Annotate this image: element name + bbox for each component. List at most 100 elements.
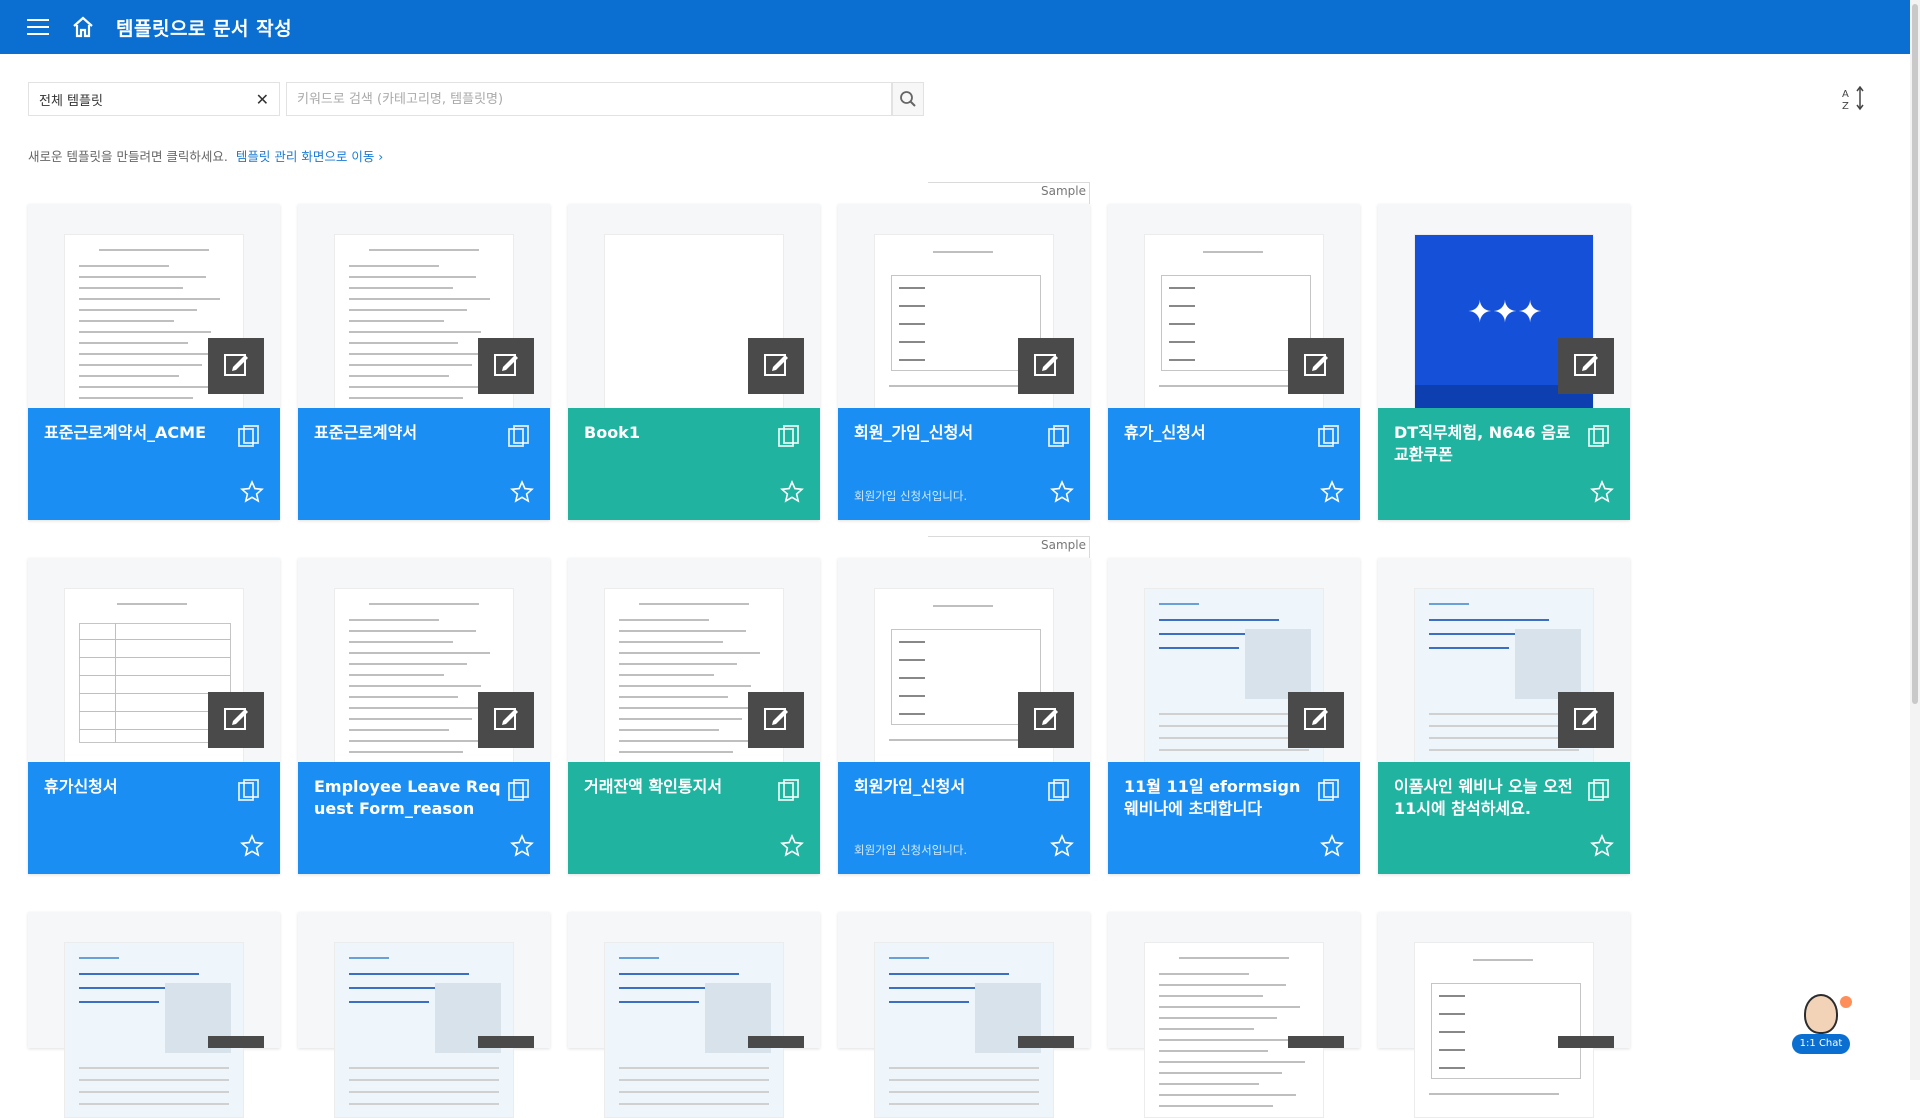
template-card[interactable]: Sample 회원_가입_신청서 회원가입 신청서입니다. [838, 182, 1090, 520]
copy-template-icon[interactable] [1046, 424, 1072, 450]
copy-template-icon[interactable] [1586, 778, 1612, 804]
template-card[interactable] [298, 912, 550, 1118]
favorite-star-icon[interactable] [1320, 834, 1344, 858]
template-info-band[interactable]: 표준근로계약서 [298, 408, 550, 520]
template-card[interactable]: 휴가신청서 [28, 558, 280, 874]
template-card[interactable]: 이폼사인 웨비나 오늘 오전 11시에 참석하세요. [1378, 558, 1630, 874]
template-card[interactable] [838, 912, 1090, 1118]
copy-template-icon[interactable] [776, 778, 802, 804]
template-manage-link[interactable]: 템플릿 관리 화면으로 이동 › [236, 149, 383, 164]
template-card[interactable]: Employee Leave Request Form_reason [298, 558, 550, 874]
template-name: 거래잔액 확인통지서 [584, 777, 723, 796]
edit-template-button[interactable] [1018, 1036, 1074, 1048]
search-input[interactable] [286, 82, 892, 116]
copy-template-icon[interactable] [506, 778, 532, 804]
chat-label: 1:1 Chat [1792, 1034, 1850, 1054]
template-info-band[interactable]: 회원가입_신청서 회원가입 신청서입니다. [838, 762, 1090, 874]
template-card[interactable]: Book1 [568, 204, 820, 520]
template-preview[interactable] [604, 942, 784, 1118]
favorite-star-icon[interactable] [780, 480, 804, 504]
template-preview[interactable] [64, 942, 244, 1118]
template-card[interactable]: ✦✦✦ DT직무체험, N646 음료 교환쿠폰 [1378, 204, 1630, 520]
template-preview[interactable] [1144, 942, 1324, 1118]
edit-template-button[interactable] [1558, 692, 1614, 748]
template-info-band[interactable]: 11월 11일 eformsign 웨비나에 초대합니다 [1108, 762, 1360, 874]
edit-template-button[interactable] [478, 1036, 534, 1048]
edit-template-button[interactable] [748, 1036, 804, 1048]
edit-template-button[interactable] [478, 692, 534, 748]
edit-icon [221, 349, 251, 383]
edit-template-button[interactable] [208, 1036, 264, 1048]
favorite-star-icon[interactable] [1050, 834, 1074, 858]
svg-text:Z: Z [1842, 101, 1849, 112]
template-info-band[interactable]: DT직무체험, N646 음료 교환쿠폰 [1378, 408, 1630, 520]
copy-template-icon[interactable] [1316, 424, 1342, 450]
template-name: 이폼사인 웨비나 오늘 오전 11시에 참석하세요. [1394, 777, 1573, 818]
scrollbar-thumb[interactable] [1912, 4, 1918, 704]
template-name: 표준근로계약서 [314, 423, 418, 442]
template-info-band[interactable]: Employee Leave Request Form_reason [298, 762, 550, 874]
edit-template-button[interactable] [1558, 1036, 1614, 1048]
favorite-star-icon[interactable] [240, 480, 264, 504]
home-icon[interactable] [70, 14, 96, 40]
template-info-band[interactable]: 휴가_신청서 [1108, 408, 1360, 520]
template-card[interactable] [28, 912, 280, 1118]
favorite-star-icon[interactable] [1050, 480, 1074, 504]
template-preview[interactable] [1414, 942, 1594, 1118]
favorite-star-icon[interactable] [1590, 480, 1614, 504]
copy-template-icon[interactable] [776, 424, 802, 450]
template-info-band[interactable]: 거래잔액 확인통지서 [568, 762, 820, 874]
hamburger-menu-icon[interactable] [26, 15, 50, 39]
edit-template-button[interactable] [1288, 338, 1344, 394]
copy-template-icon[interactable] [1586, 424, 1612, 450]
edit-template-button[interactable] [1018, 338, 1074, 394]
template-info-band[interactable]: 회원_가입_신청서 회원가입 신청서입니다. [838, 408, 1090, 520]
template-preview[interactable] [874, 942, 1054, 1118]
template-info-band[interactable]: 표준근로계약서_ACME [28, 408, 280, 520]
edit-template-button[interactable] [1288, 692, 1344, 748]
edit-template-button[interactable] [1018, 692, 1074, 748]
favorite-star-icon[interactable] [510, 480, 534, 504]
template-card[interactable]: 11월 11일 eformsign 웨비나에 초대합니다 [1108, 558, 1360, 874]
page-scrollbar[interactable] [1910, 0, 1920, 1080]
template-card[interactable]: Sample 회원가입_신청서 회원가입 신청서입니다. [838, 536, 1090, 874]
favorite-star-icon[interactable] [780, 834, 804, 858]
search-button[interactable] [892, 82, 924, 116]
clear-icon[interactable]: ✕ [256, 90, 269, 109]
template-card[interactable]: 표준근로계약서 [298, 204, 550, 520]
copy-template-icon[interactable] [236, 778, 262, 804]
sort-button[interactable]: A Z [1838, 84, 1868, 114]
edit-template-button[interactable] [748, 692, 804, 748]
template-preview[interactable] [334, 942, 514, 1118]
copy-template-icon[interactable] [1316, 778, 1342, 804]
edit-icon [1571, 703, 1601, 737]
edit-template-button[interactable] [1288, 1036, 1344, 1048]
favorite-star-icon[interactable] [1590, 834, 1614, 858]
edit-icon [1301, 703, 1331, 737]
template-card[interactable]: 휴가_신청서 [1108, 204, 1360, 520]
copy-template-icon[interactable] [506, 424, 532, 450]
favorite-star-icon[interactable] [1320, 480, 1344, 504]
edit-template-button[interactable] [1558, 338, 1614, 394]
chat-avatar-icon [1804, 994, 1838, 1034]
copy-template-icon[interactable] [1046, 778, 1072, 804]
template-info-band[interactable]: 휴가신청서 [28, 762, 280, 874]
template-card[interactable] [1378, 912, 1630, 1118]
template-card[interactable] [568, 912, 820, 1118]
edit-template-button[interactable] [208, 338, 264, 394]
template-card[interactable]: 표준근로계약서_ACME [28, 204, 280, 520]
edit-template-button[interactable] [208, 692, 264, 748]
category-select[interactable]: 전체 템플릿 ✕ [28, 82, 280, 116]
chat-widget[interactable]: 1:1 Chat [1790, 994, 1854, 1054]
edit-template-button[interactable] [478, 338, 534, 394]
edit-template-button[interactable] [748, 338, 804, 394]
template-info-band[interactable]: 이폼사인 웨비나 오늘 오전 11시에 참석하세요. [1378, 762, 1630, 874]
template-card[interactable] [1108, 912, 1360, 1118]
edit-icon [1571, 349, 1601, 383]
copy-template-icon[interactable] [236, 424, 262, 450]
template-card[interactable]: 거래잔액 확인통지서 [568, 558, 820, 874]
template-description: 회원가입 신청서입니다. [854, 843, 968, 857]
favorite-star-icon[interactable] [510, 834, 534, 858]
template-info-band[interactable]: Book1 [568, 408, 820, 520]
favorite-star-icon[interactable] [240, 834, 264, 858]
